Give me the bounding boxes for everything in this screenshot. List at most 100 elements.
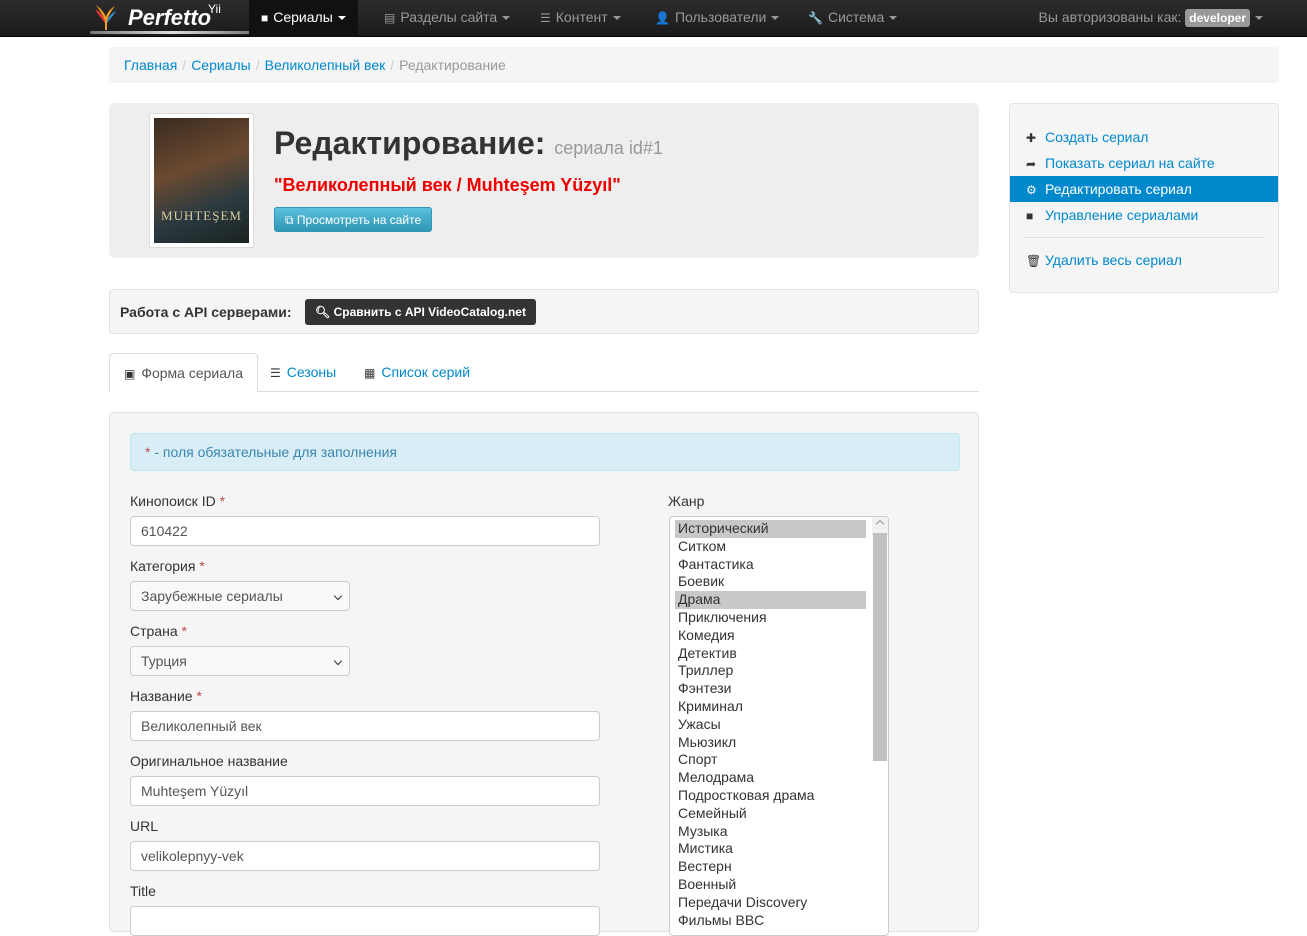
breadcrumb-serials[interactable]: Сериалы bbox=[191, 57, 251, 73]
caret-down-icon bbox=[889, 16, 898, 21]
genre-option[interactable]: Военный bbox=[675, 876, 866, 894]
url-label: URL bbox=[130, 818, 159, 834]
nav-system[interactable]: 🔧 Система bbox=[796, 0, 909, 37]
kinopoisk-id-input[interactable]: 610422 bbox=[130, 516, 600, 546]
list-icon: ☰ bbox=[270, 366, 281, 380]
sidebar-edit[interactable]: ⚙ Редактировать сериал bbox=[1010, 176, 1278, 202]
genre-option[interactable]: Семейный bbox=[675, 805, 866, 823]
nav-serials[interactable]: ■ Сериалы bbox=[249, 0, 358, 37]
wrench-icon: 🔧 bbox=[808, 11, 823, 25]
nav-users[interactable]: 👤 Пользователи bbox=[643, 0, 791, 37]
genre-option[interactable]: Музыка bbox=[675, 823, 866, 841]
genre-option[interactable]: Исторический bbox=[675, 520, 866, 538]
required-alert: * - поля обязательные для заполнения bbox=[130, 433, 960, 471]
genre-option[interactable]: Подростковая драма bbox=[675, 787, 866, 805]
nav-label: Сериалы bbox=[273, 9, 333, 25]
genre-option[interactable]: Мьюзикл bbox=[675, 734, 866, 752]
name-input[interactable]: Великолепный век bbox=[130, 711, 600, 741]
original-name-label: Оригинальное название bbox=[130, 753, 288, 769]
title-input[interactable] bbox=[130, 906, 600, 936]
username-badge: developer bbox=[1185, 9, 1250, 27]
category-select[interactable]: Зарубежные сериалы bbox=[130, 581, 350, 611]
genre-option[interactable]: Криминал bbox=[675, 698, 866, 716]
list-icon: ☰ bbox=[540, 11, 551, 25]
sidebar-menu: ✚ Создать сериал ➦ Показать сериал на сайт… bbox=[1009, 103, 1279, 293]
compare-api-button[interactable]: 🔍︎ Сравнить с API VideoCatalog.net bbox=[305, 299, 536, 325]
tab-episodes[interactable]: ▦ Список серий bbox=[350, 353, 484, 392]
genre-option[interactable]: Детектив bbox=[675, 645, 866, 663]
brand-logo[interactable]: Perfetto Yii bbox=[88, 0, 258, 37]
user-menu[interactable]: Вы авторизованы как: developer bbox=[1039, 0, 1263, 36]
api-label: Работа с API серверами: bbox=[120, 304, 292, 320]
film-icon: ▣ bbox=[124, 367, 136, 381]
url-input[interactable]: velikolepnyy-vek bbox=[130, 841, 600, 871]
genre-multiselect[interactable]: Исторический Ситком Фантастика Боевик Драма П… bbox=[669, 516, 889, 936]
scrollbar[interactable] bbox=[872, 517, 888, 761]
original-name-input[interactable]: Muhteşem Yüzyıl bbox=[130, 776, 600, 806]
sidebar-label: Управление сериалами bbox=[1045, 207, 1199, 223]
label-text: Страна bbox=[130, 623, 178, 639]
user-prefix: Вы авторизованы как: bbox=[1038, 9, 1182, 25]
nav-content[interactable]: ☰ Контент bbox=[528, 0, 633, 37]
tab-seasons[interactable]: ☰ Сезоны bbox=[256, 353, 350, 392]
page-title: Редактирование: сериала id#1 bbox=[274, 125, 663, 162]
country-select[interactable]: Турция bbox=[130, 646, 350, 676]
genre-option[interactable]: Мистика bbox=[675, 840, 866, 858]
api-panel: Работа с API серверами: 🔍︎ Сравнить с AP… bbox=[109, 289, 979, 334]
genre-option[interactable]: Передачи Discovery bbox=[675, 894, 866, 912]
genre-option[interactable]: Боевик bbox=[675, 573, 866, 591]
plus-icon: ✚ bbox=[1026, 131, 1037, 145]
required-star: * bbox=[219, 493, 226, 509]
navbar: Perfetto Yii ■ Сериалы ▤ Разделы сайта ☰ Ко… bbox=[0, 0, 1307, 37]
nav-sections[interactable]: ▤ Разделы сайта bbox=[372, 0, 522, 37]
category-label: Категория * bbox=[130, 558, 205, 574]
page-subtitle: сериала id#1 bbox=[554, 138, 663, 158]
sidebar-manage[interactable]: ■ Управление сериалами bbox=[1010, 202, 1278, 228]
genre-option[interactable]: Ужасы bbox=[675, 716, 866, 734]
sidebar-label: Удалить весь сериал bbox=[1045, 252, 1182, 268]
sidebar-show[interactable]: ➦ Показать сериал на сайте bbox=[1010, 150, 1278, 176]
logo-icon bbox=[95, 5, 116, 30]
tab-serial-form[interactable]: ▣ Форма сериала bbox=[109, 353, 258, 393]
sidebar-create[interactable]: ✚ Создать сериал bbox=[1010, 124, 1278, 150]
list-alt-icon: ▤ bbox=[384, 11, 396, 25]
sidebar-delete[interactable]: 🗑 Удалить весь сериал bbox=[1010, 247, 1278, 273]
title-label: Title bbox=[130, 883, 156, 899]
alert-text: - поля обязательные для заполнения bbox=[150, 444, 397, 460]
brand-name: Perfetto bbox=[128, 5, 212, 30]
genre-option[interactable]: Спорт bbox=[675, 751, 866, 769]
genre-option[interactable]: Триллер bbox=[675, 662, 866, 680]
genre-option[interactable]: Вестерн bbox=[675, 858, 866, 876]
genre-option[interactable]: Ситком bbox=[675, 538, 866, 556]
nav-label: Контент bbox=[555, 9, 608, 25]
scroll-up-icon[interactable] bbox=[875, 519, 885, 529]
breadcrumb-serial[interactable]: Великолепный век bbox=[265, 57, 386, 73]
genre-option[interactable]: Фантастика bbox=[675, 556, 866, 574]
genre-option[interactable]: Приключения bbox=[675, 609, 866, 627]
label-text: Категория bbox=[130, 558, 196, 574]
genre-option[interactable]: Мелодрама bbox=[675, 769, 866, 787]
share-icon: ➦ bbox=[1026, 157, 1037, 171]
required-star: * bbox=[196, 688, 202, 704]
sidebar-label: Показать сериал на сайте bbox=[1045, 155, 1215, 171]
external-link-icon: ⧉ bbox=[285, 213, 297, 227]
tab-label: Список серий bbox=[381, 364, 471, 380]
genre-option[interactable]: Фэнтези bbox=[675, 680, 866, 698]
title-text: Редактирование: bbox=[274, 125, 546, 161]
scrollbar-thumb[interactable] bbox=[873, 533, 887, 761]
genre-option[interactable]: Драма bbox=[675, 591, 866, 609]
cog-icon: ⚙ bbox=[1026, 183, 1037, 197]
view-on-site-button[interactable]: ⧉ Просмотреть на сайте bbox=[274, 207, 433, 232]
divider bbox=[1025, 237, 1263, 238]
genre-option[interactable]: Фильмы BBC bbox=[675, 912, 866, 930]
sidebar-label: Редактировать сериал bbox=[1045, 181, 1192, 197]
caret-down-icon bbox=[612, 16, 621, 21]
select-value: Зарубежные сериалы bbox=[141, 588, 283, 604]
poster-text: MUHTEŞEM bbox=[161, 208, 242, 223]
breadcrumb-home[interactable]: Главная bbox=[124, 57, 177, 73]
genre-label: Жанр bbox=[668, 493, 705, 509]
name-label: Название * bbox=[130, 688, 202, 704]
genre-option[interactable]: Комедия bbox=[675, 627, 866, 645]
kinopoisk-label: Кинопоиск ID * bbox=[130, 493, 225, 509]
caret-down-icon bbox=[502, 16, 511, 21]
